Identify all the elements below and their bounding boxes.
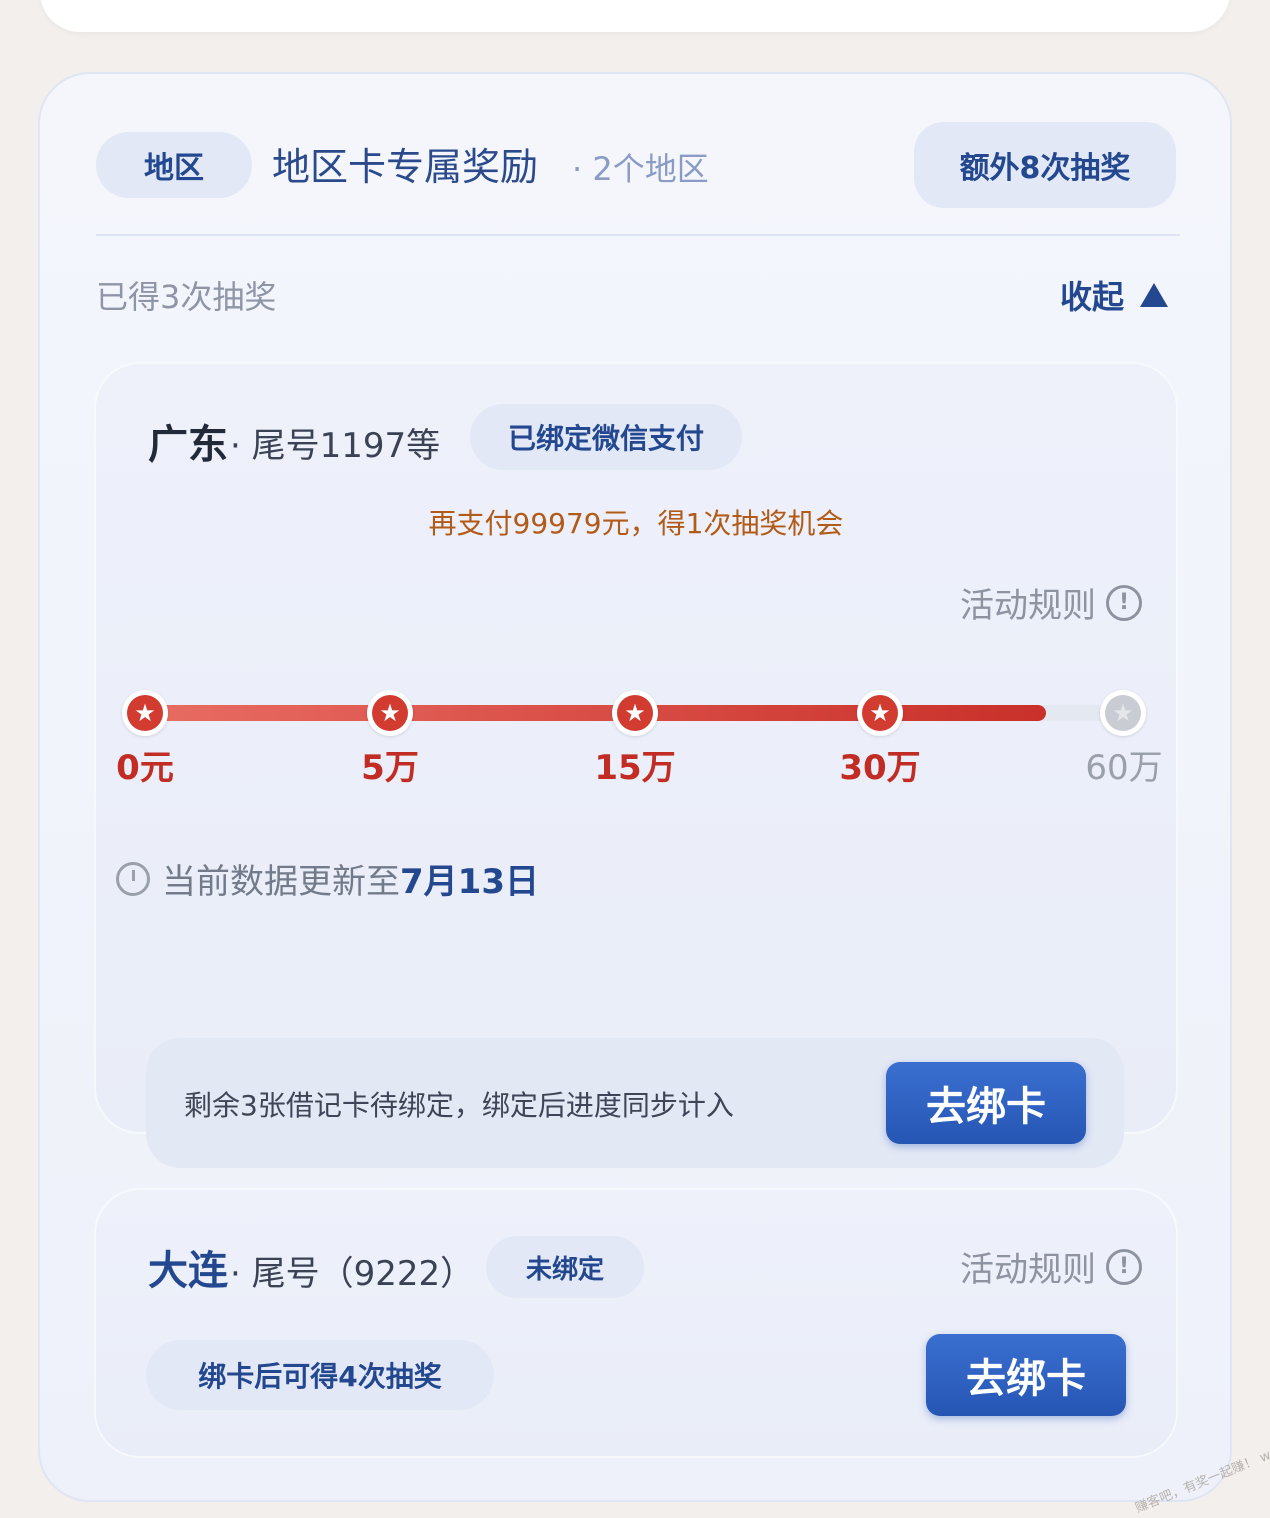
progress-fill [144, 705, 1046, 721]
city-name: 大连 [148, 1248, 228, 1294]
activity-rules-label: 活动规则 [960, 586, 1096, 626]
extra-lottery-badge: 额外8次抽奖 [914, 122, 1176, 208]
milestone-label: 15万 [594, 748, 676, 788]
activity-rules-link[interactable]: 活动规则 ! [960, 1242, 1142, 1291]
region-card-dalian: 大连 · 尾号（9222） 未绑定 活动规则 ! 绑卡后可得4次抽奖 去绑卡 [94, 1188, 1178, 1458]
city-name: 广东 [148, 422, 228, 468]
bind-card-button[interactable]: 去绑卡 [886, 1062, 1086, 1144]
activity-rules-link[interactable]: 活动规则 ! [960, 578, 1142, 627]
data-update-notice: 当前数据更新至7月13日 [116, 854, 539, 903]
triangle-up-icon [1140, 283, 1169, 307]
pending-cards-box: 剩余3张借记卡待绑定，绑定后进度同步计入 去绑卡 [146, 1038, 1124, 1168]
star-icon: ★ [862, 695, 898, 731]
star-icon: ★ [1105, 695, 1141, 731]
info-icon: ! [1106, 584, 1142, 621]
milestone-node: ★ [612, 690, 658, 736]
star-icon: ★ [617, 695, 653, 731]
milestone-node: ★ [367, 690, 413, 736]
card-tail-number: · 尾号（9222） [230, 1254, 475, 1294]
update-date: 7月13日 [400, 862, 539, 902]
milestone-label: 0元 [116, 748, 174, 788]
milestone-node: ★ [857, 690, 903, 736]
card-tail-number: · 尾号1197等 [230, 426, 441, 466]
region-card-guangdong: 广东 · 尾号1197等 已绑定微信支付 再支付99979元，得1次抽奖机会 活… [94, 362, 1178, 1168]
panel-title: 地区卡专属奖励 [272, 145, 539, 189]
stopwatch-icon [116, 861, 150, 896]
info-icon: ! [1106, 1248, 1142, 1285]
collapse-label: 收起 [1060, 278, 1125, 316]
milestone-label: 5万 [361, 748, 419, 788]
region-tag: 地区 [96, 132, 252, 198]
binding-status-badge: 已绑定微信支付 [470, 404, 742, 470]
earned-count: 已得3次抽奖 [96, 278, 277, 316]
collapse-button[interactable]: 收起 [1060, 272, 1169, 318]
star-icon: ★ [127, 695, 163, 731]
bind-card-button[interactable]: 去绑卡 [926, 1334, 1126, 1416]
milestone-node: ★ [122, 690, 168, 736]
previous-card [40, 0, 1230, 32]
update-prefix: 当前数据更新至 [162, 862, 400, 902]
pending-cards-message: 剩余3张借记卡待绑定，绑定后进度同步计入 [184, 1089, 734, 1122]
milestone-node: ★ [1100, 690, 1146, 736]
binding-status-badge: 未绑定 [486, 1236, 644, 1298]
activity-rules-label: 活动规则 [960, 1250, 1096, 1290]
divider [96, 234, 1180, 236]
lottery-hint-badge: 绑卡后可得4次抽奖 [146, 1340, 494, 1410]
star-icon: ★ [372, 695, 408, 731]
milestone-label: 60万 [1085, 748, 1163, 788]
pay-hint: 再支付99979元，得1次抽奖机会 [428, 507, 844, 540]
milestone-label: 30万 [839, 748, 921, 788]
region-count: · 2个地区 [572, 150, 709, 188]
region-reward-panel: 地区 地区卡专属奖励 · 2个地区 额外8次抽奖 已得3次抽奖 收起 广东 · … [38, 72, 1232, 1502]
